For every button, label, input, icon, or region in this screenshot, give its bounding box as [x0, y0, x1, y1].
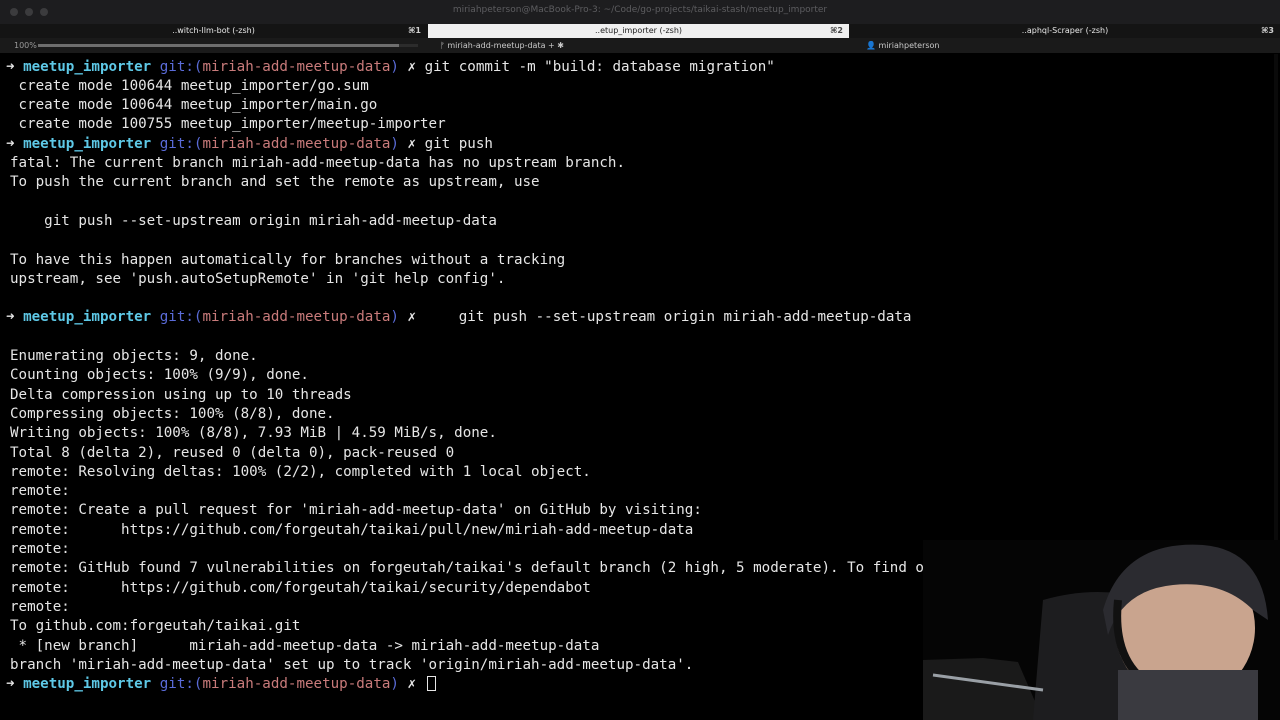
output-line: fatal: The current branch miriah-add-mee… [10, 155, 625, 171]
prompt-git-label: git:( [159, 309, 203, 326]
output-line: Writing objects: 100% (8/8), 7.93 MiB | … [10, 425, 497, 442]
prompt-dirty-icon: ✗ [407, 676, 417, 693]
title-bar: miriahpeterson@MacBook-Pro-3: ~/Code/go-… [0, 0, 1280, 25]
output-line: To push the current branch and set the r… [10, 174, 540, 191]
output-line: Compressing objects: 100% (8/8), done. [10, 405, 335, 422]
prompt-line: ➜ meetup_importer git:(miriah-add-meetup… [6, 675, 436, 694]
prompt-git-label: git:( [159, 58, 203, 75]
tab-meetup-importer[interactable]: ..etup_importer (-zsh) ⌘2 [428, 24, 849, 38]
window-title: miriahpeterson@MacBook-Pro-3: ~/Code/go-… [452, 5, 828, 15]
tab-shortcut: ⌘3 [1261, 26, 1274, 35]
output-line: upstream, see 'push.autoSetupRemote' in … [10, 270, 506, 287]
tab-graphql-scraper[interactable]: ..aphql-Scraper (-zsh) ⌘3 [850, 24, 1280, 38]
person-shirt [1118, 670, 1258, 720]
output-line: Enumerating objects: 9, done. [10, 348, 258, 364]
webcam-overlay [923, 540, 1280, 720]
command-text: git push [424, 135, 493, 152]
output-line: remote: [10, 598, 70, 615]
output-line: create mode 100755 meetup_importer/meetu… [10, 116, 446, 133]
output-line: To have this happen automatically for br… [10, 251, 566, 268]
output-line: Delta compression using up to 10 threads [10, 386, 352, 403]
prompt-git-label: git:( [159, 676, 203, 693]
progress-bar [38, 44, 418, 47]
prompt-branch: miriah-add-meetup-data [202, 135, 391, 152]
prompt-arrow-icon: ➜ [6, 135, 15, 152]
progress-fill [38, 44, 399, 47]
prompt-branch: miriah-add-meetup-data [202, 58, 391, 75]
text-cursor [426, 676, 436, 692]
tab-shortcut: ⌘2 [830, 26, 843, 35]
output-line: create mode 100644 meetup_importer/main.… [10, 97, 378, 114]
prompt-line: ➜ meetup_importer git:(miriah-add-meetup… [6, 308, 912, 327]
output-line: remote: Create a pull request for 'miria… [10, 502, 702, 519]
prompt-directory: meetup_importer [23, 135, 152, 152]
prompt-arrow-icon: ➜ [6, 676, 15, 693]
output-line: remote: https://github.com/forgeutah/tai… [10, 521, 694, 538]
prompt-directory: meetup_importer [23, 676, 152, 693]
prompt-branch: miriah-add-meetup-data [202, 676, 391, 693]
output-line: To github.com:forgeutah/taikai.git [10, 618, 301, 635]
user-indicator: 👤 miriahpeterson [866, 41, 940, 50]
prompt-directory: meetup_importer [23, 309, 152, 326]
output-line: create mode 100644 meetup_importer/go.su… [10, 77, 369, 94]
command-text: git push --set-upstream origin miriah-ad… [424, 309, 912, 326]
prompt-git-label: git:( [159, 135, 203, 152]
tab-label: ..aphql-Scraper (-zsh) [1021, 26, 1109, 35]
output-line: remote: [10, 483, 70, 500]
prompt-arrow-icon: ➜ [6, 309, 15, 326]
prompt-arrow-icon: ➜ [6, 58, 15, 75]
prompt-dirty-icon: ✗ [407, 58, 417, 75]
tab-bar: ..witch-llm-bot (-zsh) ⌘1 ..etup_importe… [0, 24, 1280, 38]
prompt-line: ➜ meetup_importer git:(miriah-add-meetup… [6, 135, 493, 154]
prompt-line: ➜ meetup_importer git:(miriah-add-meetup… [6, 58, 775, 77]
status-bar: 100% ᚠ miriah-add-meetup-data + ✱ 👤 miri… [0, 38, 1280, 53]
output-line: Counting objects: 100% (9/9), done. [10, 367, 309, 384]
command-text: git commit -m "build: database migration… [424, 58, 775, 75]
output-line: * [new branch] miriah-add-meetup-data ->… [10, 637, 600, 654]
output-line: branch 'miriah-add-meetup-data' set up t… [10, 656, 694, 673]
prompt-git-close: ) [390, 58, 399, 75]
output-line: remote: https://github.com/forgeutah/tai… [10, 579, 591, 596]
prompt-git-close: ) [390, 676, 399, 693]
output-line: Total 8 (delta 2), reused 0 (delta 0), p… [10, 444, 455, 461]
output-line: remote: GitHub found 7 vulnerabilities o… [10, 560, 1053, 577]
tab-label: ..witch-llm-bot (-zsh) [172, 26, 255, 35]
output-line: remote: Resolving deltas: 100% (2/2), co… [10, 463, 591, 480]
prompt-branch: miriah-add-meetup-data [202, 309, 391, 326]
branch-indicator: ᚠ miriah-add-meetup-data + ✱ [440, 41, 564, 50]
tab-shortcut: ⌘1 [408, 26, 421, 35]
zoom-level: 100% [14, 41, 37, 50]
tab-witch-llm-bot[interactable]: ..witch-llm-bot (-zsh) ⌘1 [0, 24, 427, 38]
prompt-dirty-icon: ✗ [407, 135, 417, 152]
prompt-git-close: ) [390, 309, 399, 326]
prompt-git-close: ) [390, 135, 399, 152]
prompt-directory: meetup_importer [23, 58, 152, 75]
output-line: git push --set-upstream origin miriah-ad… [10, 212, 497, 229]
prompt-dirty-icon: ✗ [407, 309, 417, 326]
output-line: remote: [10, 541, 70, 557]
tab-label: ..etup_importer (-zsh) [594, 26, 683, 35]
